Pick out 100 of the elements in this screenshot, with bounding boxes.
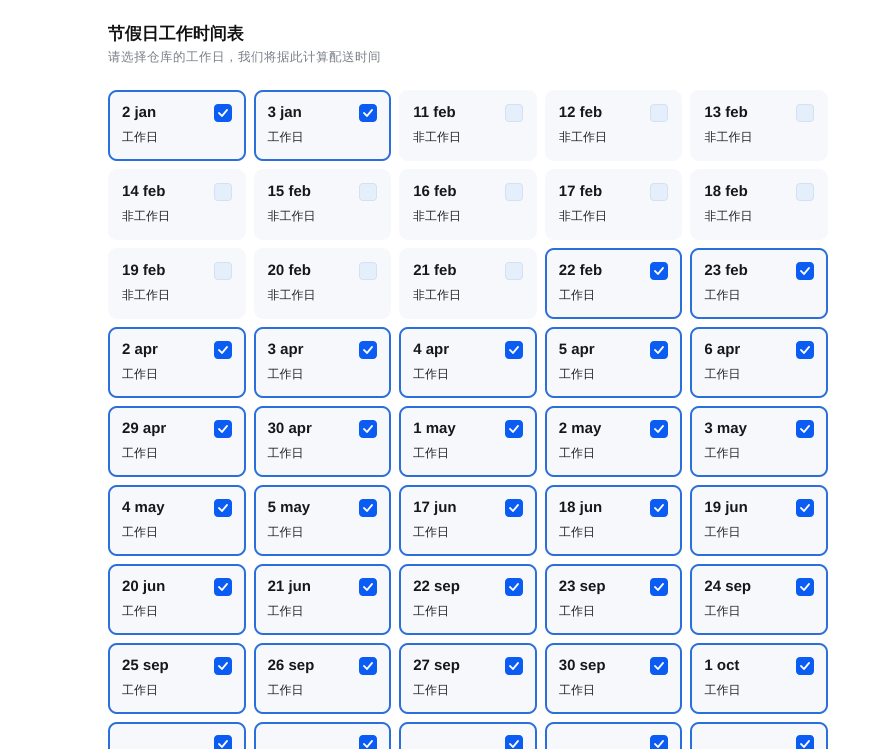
checkbox[interactable] [650,420,668,438]
day-date: 20 feb [268,261,311,282]
checkbox[interactable] [504,578,523,596]
checkmark-icon [800,425,810,434]
checkbox[interactable] [214,735,232,749]
day-date: 11 feb [413,103,456,124]
checkbox[interactable] [214,104,232,122]
checkbox[interactable] [650,262,668,280]
day-card[interactable]: 23 sep 工作日 [544,564,682,636]
day-status: 工作日 [704,287,742,304]
day-status: 工作日 [268,682,305,698]
day-status: 工作日 [558,524,596,540]
checkmark-icon [508,583,519,592]
page-subtitle: 请选择仓库的工作日，我们将据此计算配送时间 [108,49,382,66]
day-card[interactable]: 4 may 工作日 [108,485,246,556]
day-card[interactable]: 22 feb 工作日 [544,248,682,320]
checkbox[interactable] [214,420,232,438]
day-card[interactable]: 30 sep 工作日 [544,643,682,714]
day-card[interactable]: 20 feb 非工作日 [254,248,392,320]
checkbox[interactable] [650,499,668,518]
day-status: 工作日 [268,445,305,462]
day-card[interactable]: 24 sep 工作日 [690,564,828,636]
checkmark-icon [218,425,228,434]
day-card[interactable]: 14 feb 非工作日 [108,169,246,240]
checkbox[interactable] [650,657,668,676]
day-card[interactable]: 1 oct 工作日 [690,643,828,714]
day-card[interactable]: 18 jun 工作日 [544,485,682,556]
checkbox[interactable] [359,657,378,676]
day-date: 1 may [413,419,456,440]
day-date: 13 feb [704,103,748,124]
checkbox[interactable] [359,420,378,438]
day-card[interactable]: 4 apr 工作日 [399,327,537,398]
checkbox[interactable] [796,578,814,596]
checkbox[interactable] [796,735,814,749]
day-card[interactable]: 17 jun 工作日 [399,485,537,556]
checkbox[interactable] [214,341,232,360]
checkbox[interactable] [796,657,814,676]
checkbox[interactable] [796,499,814,518]
day-card[interactable]: 19 jun 工作日 [690,485,828,556]
checkbox[interactable] [796,420,814,438]
checkbox[interactable] [504,657,523,676]
day-date: 1 oct [704,656,740,676]
day-status: 工作日 [413,445,450,462]
day-card[interactable]: 23 feb 工作日 [690,248,828,320]
day-card[interactable]: 2 apr 工作日 [108,327,246,398]
day-card[interactable]: 5 may 工作日 [254,485,392,556]
checkbox[interactable] [650,578,668,596]
day-card[interactable]: 20 jun 工作日 [108,564,246,636]
checkbox[interactable] [650,735,668,749]
day-status: 非工作日 [268,287,317,304]
checkbox[interactable] [359,499,378,518]
checkbox[interactable] [796,341,814,360]
day-card[interactable]: 3 jan 工作日 [254,90,392,162]
day-card[interactable]: 5 apr 工作日 [544,327,682,398]
checkmark-icon [508,425,519,434]
day-card[interactable]: 2 jan 工作日 [108,90,246,162]
day-card[interactable]: 25 sep 工作日 [108,643,246,714]
checkbox[interactable] [359,735,378,749]
day-card[interactable]: 3 may 工作日 [690,406,828,478]
day-card[interactable]: 15 feb 非工作日 [254,169,392,240]
checkbox[interactable] [214,499,232,518]
checkbox[interactable] [504,420,523,438]
day-card[interactable]: 3 apr 工作日 [254,327,392,398]
day-card[interactable]: 22 sep 工作日 [399,564,537,636]
day-status: 非工作日 [704,129,754,146]
checkmark-icon [654,662,664,670]
checkbox[interactable] [359,578,378,596]
day-card[interactable]: 13 feb 非工作日 [690,90,828,162]
day-card[interactable]: 18 feb 非工作日 [690,169,828,240]
day-date: 18 jun [558,498,602,518]
day-card[interactable]: 29 apr 工作日 [108,406,246,478]
checkbox[interactable] [359,341,378,360]
day-card[interactable]: 21 feb 非工作日 [399,248,537,320]
day-card[interactable]: 6 apr 工作日 [690,327,828,398]
day-card[interactable]: 17 feb 非工作日 [544,169,682,240]
checkmark-icon [218,583,228,592]
day-card[interactable]: 12 feb 非工作日 [544,90,682,162]
checkmark-icon [800,504,810,512]
checkbox[interactable] [214,657,232,676]
day-card[interactable]: 16 feb 非工作日 [399,169,537,240]
checkbox[interactable] [504,735,523,749]
checkbox[interactable] [650,341,668,360]
checkbox[interactable] [214,578,232,596]
day-status: 工作日 [704,524,742,540]
day-date: 24 sep [704,577,752,598]
day-date: 18 feb [704,182,748,202]
day-card[interactable]: 27 sep 工作日 [399,643,537,714]
day-card[interactable]: 11 feb 非工作日 [399,90,537,162]
day-card[interactable]: 2 may 工作日 [544,406,682,478]
day-card[interactable]: 26 sep 工作日 [254,643,392,714]
checkbox[interactable] [359,104,378,122]
checkbox[interactable] [796,262,814,280]
checkbox[interactable] [504,499,523,518]
checkbox[interactable] [504,341,523,360]
checkmark-icon [654,267,664,276]
day-card[interactable]: 30 apr 工作日 [254,406,392,478]
day-card[interactable]: 19 feb 非工作日 [108,248,246,320]
day-card[interactable]: 21 jun 工作日 [254,564,392,636]
day-card[interactable]: 1 may 工作日 [399,406,537,478]
day-date: 3 apr [268,340,304,360]
